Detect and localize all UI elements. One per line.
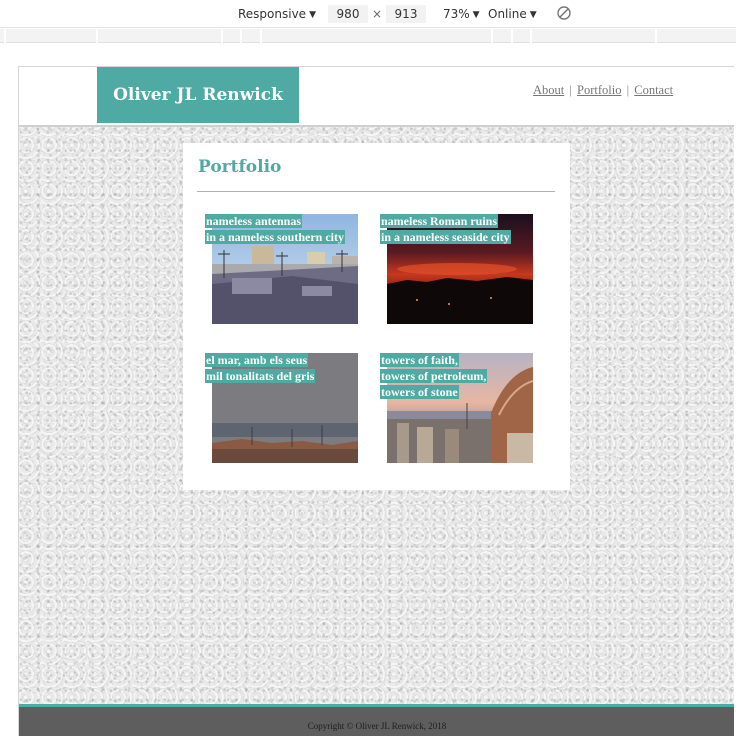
network-label: Online: [488, 7, 527, 21]
rotate-icon[interactable]: [556, 5, 572, 21]
caption-line: towers of faith,: [380, 353, 459, 367]
nav-link-about[interactable]: About: [533, 83, 564, 97]
emulated-page: Oliver JL Renwick About | Portfolio | Co…: [18, 66, 734, 736]
viewport-height-input[interactable]: [386, 5, 426, 23]
ruler-mark: [4, 29, 6, 43]
nav-link-contact[interactable]: Contact: [634, 83, 673, 97]
chevron-down-icon: ▼: [529, 10, 537, 20]
site-logo[interactable]: Oliver JL Renwick: [97, 67, 299, 123]
nav-separator: |: [569, 83, 572, 97]
device-select[interactable]: Responsive ▼: [238, 6, 316, 22]
page-title: Portfolio: [198, 157, 282, 177]
caption-line: in a nameless seaside city: [380, 230, 511, 244]
devtools-device-toolbar: Responsive▼ × 73%▼ Online▼: [0, 0, 736, 28]
portfolio-card: Portfolio nameless antennas in a nameles…: [183, 143, 570, 490]
caption-line: in a nameless southern city: [205, 230, 345, 244]
ruler-mark: [530, 29, 532, 43]
caption-line: nameless Roman ruins: [380, 214, 499, 228]
network-throttle-select[interactable]: Online ▼: [488, 6, 537, 22]
portfolio-tile[interactable]: nameless Roman ruins in a nameless seasi…: [380, 214, 533, 324]
caption-line: nameless antennas: [205, 214, 303, 228]
zoom-select[interactable]: 73% ▼: [443, 6, 480, 22]
zoom-label: 73%: [443, 7, 470, 21]
caption-line: towers of stone: [380, 385, 459, 399]
ruler-mark: [260, 29, 262, 43]
ruler-mark: [221, 29, 223, 43]
nav-separator: |: [626, 83, 630, 97]
dimension-separator: ×: [372, 7, 383, 21]
ruler-mark: [240, 29, 242, 43]
site-header: Oliver JL Renwick About | Portfolio | Co…: [19, 67, 734, 127]
tile-caption: towers of faith, towers of petroleum, to…: [380, 352, 550, 400]
portfolio-tile[interactable]: el mar, amb els seus mil tonalitats del …: [205, 353, 358, 463]
portfolio-tile[interactable]: nameless antennas in a nameless southern…: [205, 214, 358, 324]
caption-line: el mar, amb els seus: [205, 353, 309, 367]
tile-caption: el mar, amb els seus mil tonalitats del …: [205, 352, 375, 384]
caption-line: towers of petroleum,: [380, 369, 488, 383]
tile-caption: nameless Roman ruins in a nameless seasi…: [380, 213, 550, 245]
tile-caption: nameless antennas in a nameless southern…: [205, 213, 375, 245]
nav-link-portfolio[interactable]: Portfolio: [577, 83, 621, 97]
ruler-mark: [491, 29, 493, 43]
site-nav: About | Portfolio | Contact: [533, 83, 673, 98]
ruler-mark: [655, 29, 657, 43]
site-footer: Copyright © Oliver JL Renwick, 2018: [19, 704, 734, 736]
device-label: Responsive: [238, 7, 307, 21]
viewport-width-input[interactable]: [328, 5, 368, 23]
chevron-down-icon: ▼: [309, 10, 316, 20]
caption-line: mil tonalitats del gris: [205, 369, 316, 383]
chevron-down-icon: ▼: [472, 10, 480, 20]
ruler-mark: [96, 29, 98, 43]
media-query-ruler[interactable]: [0, 29, 736, 43]
divider: [197, 191, 555, 192]
portfolio-tile[interactable]: towers of faith, towers of petroleum, to…: [380, 353, 533, 463]
copyright-text: Copyright © Oliver JL Renwick, 2018: [307, 721, 447, 731]
ruler-mark: [511, 29, 513, 43]
